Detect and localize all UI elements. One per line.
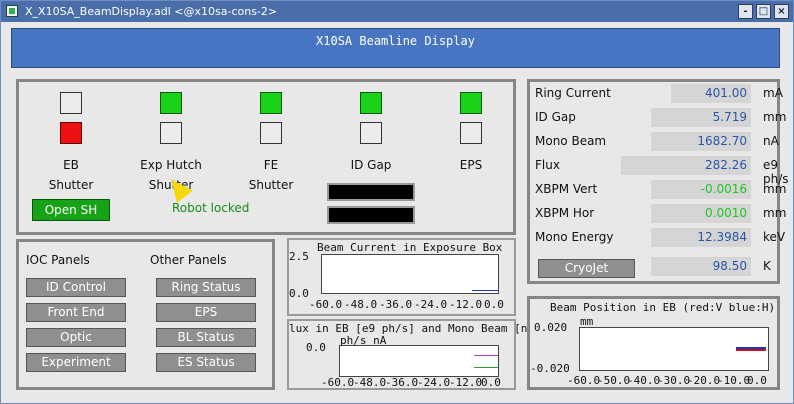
other-panel-button[interactable]: ES Status <box>156 353 256 372</box>
shutter-label-line1: ID Gap <box>350 158 392 172</box>
beam-current-plot-title: Beam Current in Exposure Box <box>317 241 503 254</box>
reading-unit: mA <box>763 86 783 100</box>
maximize-button[interactable]: □ <box>756 4 771 19</box>
ioc-panels-heading: IOC Panels <box>26 253 90 267</box>
other-panel-button[interactable]: Ring Status <box>156 278 256 297</box>
status-display-top <box>327 183 415 201</box>
beam-position-ymin: -0.020 <box>530 362 570 375</box>
reading-unit: keV <box>763 230 786 244</box>
beamline-banner: X10SA Beamline Display <box>11 28 780 68</box>
shutter-indicator-bottom <box>160 122 182 144</box>
shutter-label-line1: Exp Hutch <box>140 158 202 172</box>
flux-mono-plot-area <box>339 345 499 377</box>
x-tick-label: -12.0 <box>449 376 483 389</box>
x-tick-label: -60.0 <box>567 374 601 387</box>
x-tick-label: -48.0 <box>344 298 378 311</box>
reading-value: -0.0016 <box>651 180 751 199</box>
shutter-indicator-bottom <box>360 122 382 144</box>
reading-value: 282.26 <box>621 156 751 175</box>
x-tick-label: -48.0 <box>353 376 387 389</box>
reading-value: 1682.70 <box>651 132 751 151</box>
reading-label: XBPM Hor <box>535 206 595 220</box>
reading-value: 401.00 <box>671 84 751 103</box>
close-button[interactable]: × <box>774 4 789 19</box>
x-tick-label: -24.0 <box>414 298 448 311</box>
mono-beam-trace <box>474 355 498 356</box>
shutter-label-line2: Shutter <box>248 178 294 192</box>
shutter-indicator-top <box>460 92 482 114</box>
window-title: X_X10SA_BeamDisplay.adl <@x10sa-cons-2> <box>25 5 278 18</box>
x-tick-label: -40.0 <box>627 374 661 387</box>
x-tick-label: 0.0 <box>484 298 504 311</box>
reading-label: ID Gap <box>535 110 576 124</box>
flux-mono-plot-title: lux in EB [e9 ph/s] and Mono Beam [nA] <box>289 322 541 335</box>
minimize-button[interactable]: - <box>738 4 753 19</box>
reading-label: Mono Energy <box>535 230 614 244</box>
shutter-indicator-top <box>60 92 82 114</box>
x-tick-label: -60.0 <box>321 376 355 389</box>
beam-current-ymax: 2.5 <box>289 250 309 263</box>
shutter-label-line1: EPS <box>459 158 483 172</box>
reading-value: 5.719 <box>651 108 751 127</box>
x-tick-label: -36.0 <box>379 298 413 311</box>
shutter-label-line2: Shutter <box>48 178 94 192</box>
x-tick-label: -36.0 <box>385 376 419 389</box>
ioc-panel-button[interactable]: ID Control <box>26 278 126 297</box>
beam-v-trace <box>736 349 766 351</box>
reading-label: Flux <box>535 158 560 172</box>
window-titlebar[interactable]: X_X10SA_BeamDisplay.adl <@x10sa-cons-2> … <box>1 1 793 22</box>
x-tick-label: -12.0 <box>449 298 483 311</box>
beam-position-plot-area <box>579 327 769 371</box>
shutter-indicator-top <box>360 92 382 114</box>
shutter-label-line1: EB <box>63 158 79 172</box>
reading-unit: nA <box>763 134 779 148</box>
beam-current-ymin: 0.0 <box>289 287 309 300</box>
x-tick-label: -24.0 <box>417 376 451 389</box>
shutter-label-line1: FE <box>263 158 279 172</box>
beam-display-window: X_X10SA_BeamDisplay.adl <@x10sa-cons-2> … <box>0 0 794 404</box>
other-panel-button[interactable]: BL Status <box>156 328 256 347</box>
reading-label: Ring Current <box>535 86 611 100</box>
shutter-indicator-top <box>260 92 282 114</box>
ioc-panel-button[interactable]: Optic <box>26 328 126 347</box>
cryojet-button[interactable]: CryoJet <box>538 259 635 278</box>
app-icon[interactable] <box>6 5 18 17</box>
cryojet-value: 98.50 <box>651 257 751 276</box>
shutter-indicator-top <box>160 92 182 114</box>
robot-status-text: Robot locked <box>172 201 250 215</box>
x-tick-label: -60.0 <box>309 298 343 311</box>
beam-current-plot-area <box>321 254 499 294</box>
beam-position-ymax: 0.020 <box>534 321 568 334</box>
reading-label: XBPM Vert <box>535 182 598 196</box>
x-tick-label: -20.0 <box>687 374 721 387</box>
ioc-panel-button[interactable]: Front End <box>26 303 126 322</box>
x-tick-label: -30.0 <box>657 374 691 387</box>
beam-current-trace <box>472 290 498 291</box>
banner-title: X10SA Beamline Display <box>316 34 475 48</box>
shutter-indicator-bottom <box>60 122 82 144</box>
x-tick-label: 0.0 <box>747 374 767 387</box>
reading-unit: mm <box>763 182 787 196</box>
other-panels-heading: Other Panels <box>150 253 227 267</box>
x-tick-label: -10.0 <box>717 374 751 387</box>
x-tick-label: 0.0 <box>481 376 501 389</box>
status-display-bottom <box>327 206 415 224</box>
other-panel-button[interactable]: EPS <box>156 303 256 322</box>
shutter-indicator-bottom <box>460 122 482 144</box>
flux-mono-yval: 0.0 <box>306 341 326 354</box>
cryojet-unit: K <box>763 259 771 273</box>
reading-unit: mm <box>763 110 787 124</box>
reading-label: Mono Beam <box>535 134 607 148</box>
reading-unit: mm <box>763 206 787 220</box>
flux-trace <box>474 367 498 368</box>
reading-value: 12.3984 <box>651 228 751 247</box>
reading-value: 0.0010 <box>651 204 751 223</box>
ioc-panel-button[interactable]: Experiment <box>26 353 126 372</box>
shutter-indicator-bottom <box>260 122 282 144</box>
open-shutter-button[interactable]: Open SH <box>32 199 110 221</box>
x-tick-label: -50.0 <box>597 374 631 387</box>
beam-position-plot-title: Beam Position in EB (red:V blue:H) <box>550 301 776 314</box>
